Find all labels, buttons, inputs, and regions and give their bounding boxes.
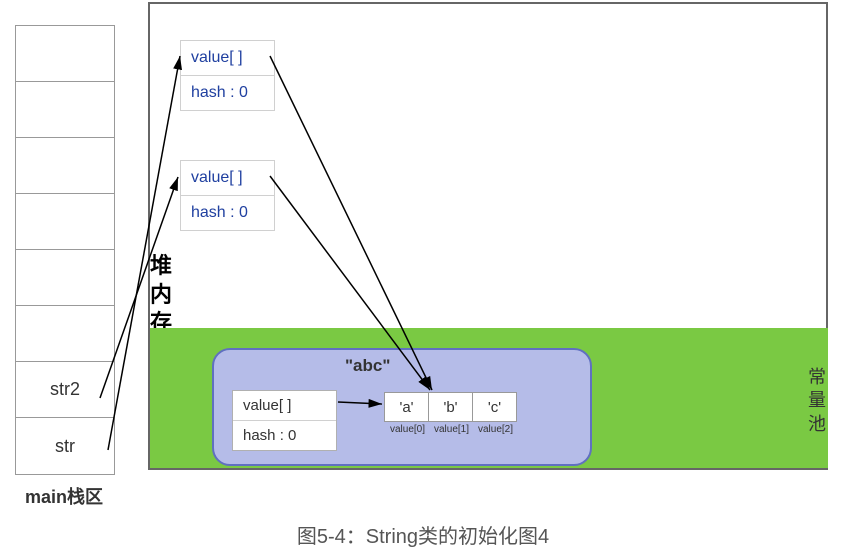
constant-pool-label: 常 量 池 [808, 366, 826, 436]
heap-label-char: 内 [150, 281, 172, 310]
constpool-label-char: 常 [808, 366, 826, 389]
value-field: value[ ] [181, 41, 274, 76]
stack-cell [16, 306, 114, 362]
array-cell-0: 'a' [384, 392, 429, 422]
heap-label-char: 堆 [150, 252, 172, 281]
stack-label: main栈区 [25, 483, 103, 509]
array-index-0: value[0] [385, 424, 430, 435]
constpool-label-char: 量 [808, 389, 826, 412]
constpool-label-char: 池 [808, 413, 826, 436]
value-field: value[ ] [181, 161, 274, 196]
literal-text: "abc" [345, 356, 390, 376]
stack-cell [16, 82, 114, 138]
hash-field: hash : 0 [181, 196, 274, 230]
stack-cell [16, 138, 114, 194]
stack-cell [16, 250, 114, 306]
string-object-2: value[ ] hash : 0 [180, 160, 275, 231]
string-object-1: value[ ] hash : 0 [180, 40, 275, 111]
array-cell-1: 'b' [428, 392, 473, 422]
stack-cell [16, 194, 114, 250]
array-cell-2: 'c' [472, 392, 517, 422]
main-stack: str2 str [15, 25, 115, 475]
array-index-1: value[1] [429, 424, 474, 435]
stack-cell [16, 26, 114, 82]
stack-cell-str2: str2 [16, 362, 114, 418]
stack-cell-str: str [16, 418, 114, 474]
heap-label: 堆 内 存 [150, 252, 172, 338]
array-index-2: value[2] [473, 424, 518, 435]
value-field: value[ ] [233, 391, 336, 421]
char-array: 'a' value[0] 'b' value[1] 'c' value[2] [385, 392, 517, 422]
hash-field: hash : 0 [233, 421, 336, 450]
hash-field: hash : 0 [181, 76, 274, 110]
string-object-pool: value[ ] hash : 0 [232, 390, 337, 451]
figure-caption: 图5-4：String类的初始化图4 [0, 520, 846, 549]
